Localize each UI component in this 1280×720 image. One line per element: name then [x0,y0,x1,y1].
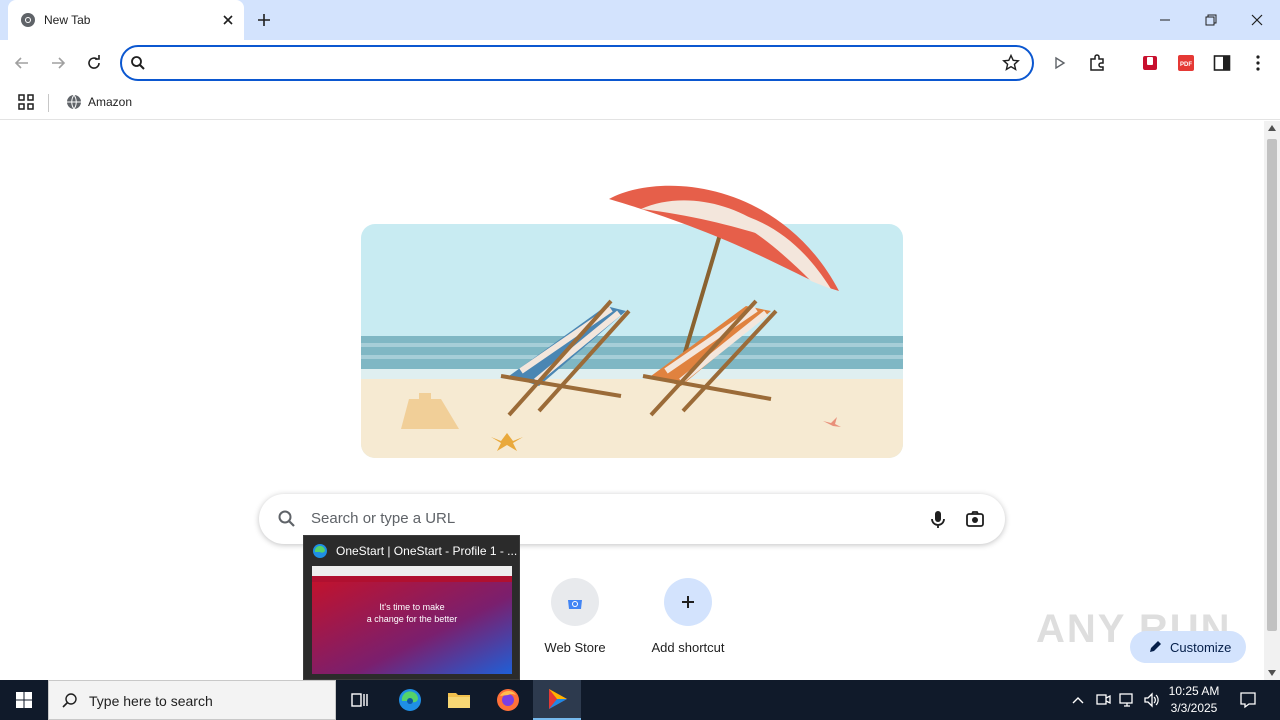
task-view-icon[interactable] [336,680,384,720]
menu-icon[interactable] [1246,51,1270,75]
bookmark-star-icon[interactable] [1002,54,1020,72]
beach-doodle-image [361,185,903,458]
microphone-icon[interactable] [927,508,949,530]
bookmarks-bar: Amazon [0,86,1280,120]
chrome-icon [21,13,35,27]
side-panel-icon[interactable] [1210,51,1234,75]
restore-icon[interactable] [1188,0,1234,40]
address-bar[interactable] [120,45,1034,81]
search-icon [278,510,295,527]
volume-icon[interactable] [1141,690,1161,710]
network-icon[interactable] [1117,690,1137,710]
web-store-icon [551,578,599,626]
taskbar-search-placeholder: Type here to search [89,693,213,709]
extension-badge-icon[interactable] [1138,51,1162,75]
tab-title: New Tab [44,13,91,27]
file-explorer-icon[interactable] [435,680,483,720]
minimize-icon[interactable] [1142,0,1188,40]
tab-new-tab[interactable]: New Tab [8,0,244,40]
clock-time: 10:25 AM [1168,684,1220,698]
reload-icon[interactable] [80,49,108,77]
ntp-search-placeholder: Search or type a URL [311,510,456,527]
close-tab-icon[interactable] [218,10,238,30]
windows-start-icon[interactable] [0,680,48,720]
address-input[interactable] [154,52,994,74]
back-icon[interactable] [8,49,36,77]
preview-screenshot: It's time to make a change for the bette… [312,566,512,674]
new-tab-button[interactable] [252,8,276,32]
bookmark-divider [48,94,49,112]
taskbar-window-preview[interactable]: OneStart | OneStart - Profile 1 - ... It… [303,535,520,680]
forward-icon[interactable] [44,49,72,77]
meet-now-icon[interactable] [1093,690,1113,710]
taskbar-search-box[interactable]: Type here to search [48,680,336,720]
shortcut-add[interactable]: Add shortcut [632,576,744,666]
notifications-icon[interactable] [1238,690,1258,710]
preview-headline-2: a change for the better [366,614,458,624]
new-tab-page: Search or type a URL Web Store Add short… [0,121,1264,680]
windows-taskbar: Type here to search 10:25 AM 3/3/2025 [0,680,1280,720]
bookmark-label: Amazon [88,95,133,109]
pencil-icon [1150,641,1161,652]
toolbar: PDF [0,40,1280,86]
vertical-scrollbar[interactable] [1264,121,1280,680]
globe-icon [67,94,81,110]
tab-strip: New Tab [0,0,1280,40]
customize-button[interactable]: Customize [1130,631,1246,663]
chevron-up-icon[interactable] [1068,690,1088,710]
scroll-down-icon[interactable] [1268,670,1276,676]
preview-title: OneStart | OneStart - Profile 1 - ... [336,544,518,558]
shortcut-label: Add shortcut [651,640,725,655]
browser-window: New Tab PDF Amazon Search or type a URL … [0,0,1280,720]
preview-headline-1: It's time to make [379,602,445,612]
pdf-extension-icon[interactable]: PDF [1174,51,1198,75]
search-icon [62,693,77,708]
cast-icon[interactable] [1048,51,1072,75]
plus-icon [664,578,712,626]
apps-grid-icon[interactable] [16,92,36,112]
onestart-taskbar-icon[interactable] [533,680,581,720]
search-icon [131,56,145,70]
extensions-icon[interactable] [1085,51,1109,75]
system-clock[interactable]: 10:25 AM 3/3/2025 [1162,683,1226,717]
clock-date: 3/3/2025 [1170,701,1218,715]
edge-taskbar-icon[interactable] [386,680,434,720]
shortcut-web-store[interactable]: Web Store [519,576,631,666]
customize-label: Customize [1170,639,1232,655]
camera-icon[interactable] [964,508,986,530]
firefox-icon[interactable] [484,680,532,720]
bookmark-amazon[interactable]: Amazon [60,90,138,114]
svg-text:PDF: PDF [1180,62,1192,68]
edge-icon [313,544,327,558]
close-window-icon[interactable] [1234,0,1280,40]
scroll-up-icon[interactable] [1268,125,1276,131]
scrollbar-thumb[interactable] [1267,139,1277,631]
shortcut-label: Web Store [544,640,606,655]
